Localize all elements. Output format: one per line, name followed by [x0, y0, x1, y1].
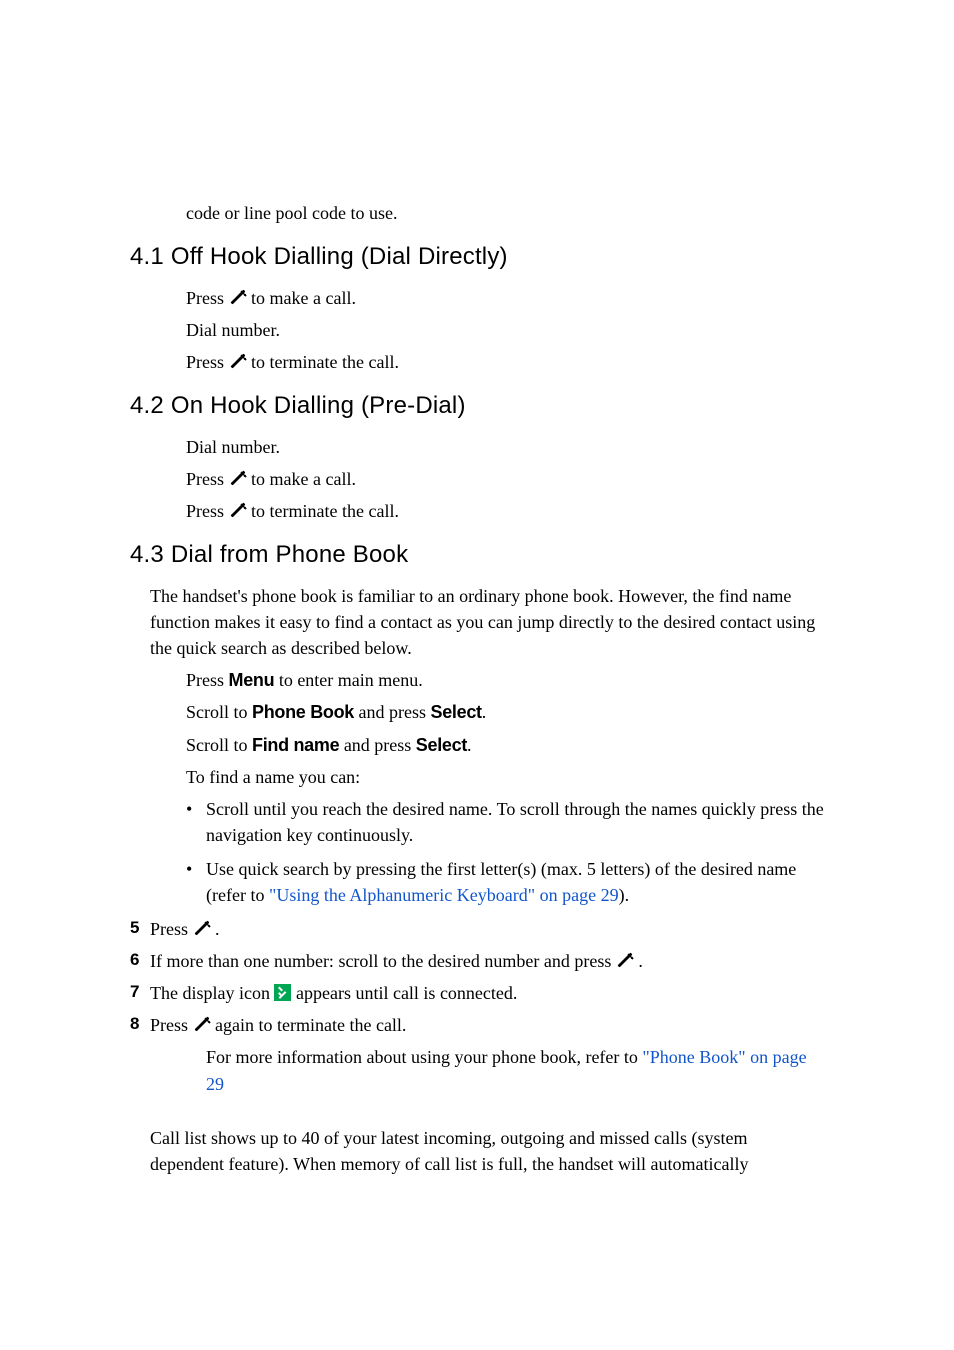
s42-line1: Dial number.: [186, 434, 824, 460]
text: If more than one number: scroll to the d…: [150, 951, 616, 971]
hook-icon: [193, 919, 211, 937]
heading-4-3: 4.3 Dial from Phone Book: [130, 538, 824, 573]
text: Press: [186, 288, 229, 308]
text: to enter main menu.: [274, 670, 422, 690]
select-label: Select: [431, 702, 482, 722]
text: Scroll to: [186, 702, 252, 722]
text: Scroll to: [186, 735, 252, 755]
text: and press: [339, 735, 415, 755]
select-label: Select: [416, 735, 467, 755]
hook-icon: [229, 501, 247, 519]
s43-find-heading: To find a name you can:: [186, 764, 824, 790]
text: .: [211, 919, 220, 939]
step-8: 8 Press again to terminate the call.: [130, 1012, 824, 1038]
continuation-line: code or line pool code to use.: [186, 200, 824, 226]
s41-line1: Press to make a call.: [186, 285, 824, 311]
text: to make a call.: [251, 469, 356, 489]
step-7: 7 The display icon appears until call is…: [130, 980, 824, 1006]
text: Press: [186, 352, 229, 372]
s43-step-phonebook: Scroll to Phone Book and press Select.: [186, 699, 824, 725]
s41-line3: Press to terminate the call.: [186, 349, 824, 375]
hook-icon: [616, 951, 634, 969]
step-6: 6 If more than one number: scroll to the…: [130, 948, 824, 974]
find-name-options: Scroll until you reach the desired name.…: [186, 796, 824, 908]
call-list-paragraph: Call list shows up to 40 of your latest …: [150, 1125, 824, 1177]
text: to make a call.: [251, 288, 356, 308]
heading-4-1: 4.1 Off Hook Dialling (Dial Directly): [130, 240, 824, 275]
text: ).: [619, 885, 630, 905]
hook-icon: [229, 469, 247, 487]
list-item: Scroll until you reach the desired name.…: [186, 796, 824, 848]
connected-icon: [274, 984, 291, 1001]
text: The display icon: [150, 983, 274, 1003]
s43-step-findname: Scroll to Find name and press Select.: [186, 732, 824, 758]
text: Press: [150, 1015, 193, 1035]
text: Press: [186, 670, 229, 690]
list-item: Use quick search by pressing the first l…: [186, 856, 824, 908]
step-number: 8: [130, 1012, 150, 1037]
phonebook-note: For more information about using your ph…: [206, 1044, 824, 1096]
heading-4-2: 4.2 On Hook Dialling (Pre-Dial): [130, 389, 824, 424]
text: Press: [186, 501, 229, 521]
menu-label: Menu: [229, 670, 275, 690]
text: Press: [150, 919, 193, 939]
hook-icon: [229, 352, 247, 370]
keyboard-link[interactable]: "Using the Alphanumeric Keyboard" on pag…: [269, 885, 619, 905]
text: to terminate the call.: [251, 501, 399, 521]
text: and press: [354, 702, 430, 722]
text: to terminate the call.: [251, 352, 399, 372]
text: .: [634, 951, 643, 971]
findname-label: Find name: [252, 735, 339, 755]
s42-line3: Press to terminate the call.: [186, 498, 824, 524]
s43-intro: The handset's phone book is familiar to …: [150, 583, 824, 661]
step-number: 6: [130, 948, 150, 973]
step-number: 7: [130, 980, 150, 1005]
hook-icon: [193, 1015, 211, 1033]
step-5: 5 Press .: [130, 916, 824, 942]
s43-step-menu: Press Menu to enter main menu.: [186, 667, 824, 693]
s41-line2: Dial number.: [186, 317, 824, 343]
text: For more information about using your ph…: [206, 1047, 642, 1067]
s42-line2: Press to make a call.: [186, 466, 824, 492]
text: .: [467, 735, 472, 755]
text: Press: [186, 469, 229, 489]
text: again to terminate the call.: [215, 1015, 406, 1035]
text: appears until call is connected.: [291, 983, 517, 1003]
hook-icon: [229, 288, 247, 306]
text: .: [482, 702, 487, 722]
step-number: 5: [130, 916, 150, 941]
phonebook-label: Phone Book: [252, 702, 354, 722]
